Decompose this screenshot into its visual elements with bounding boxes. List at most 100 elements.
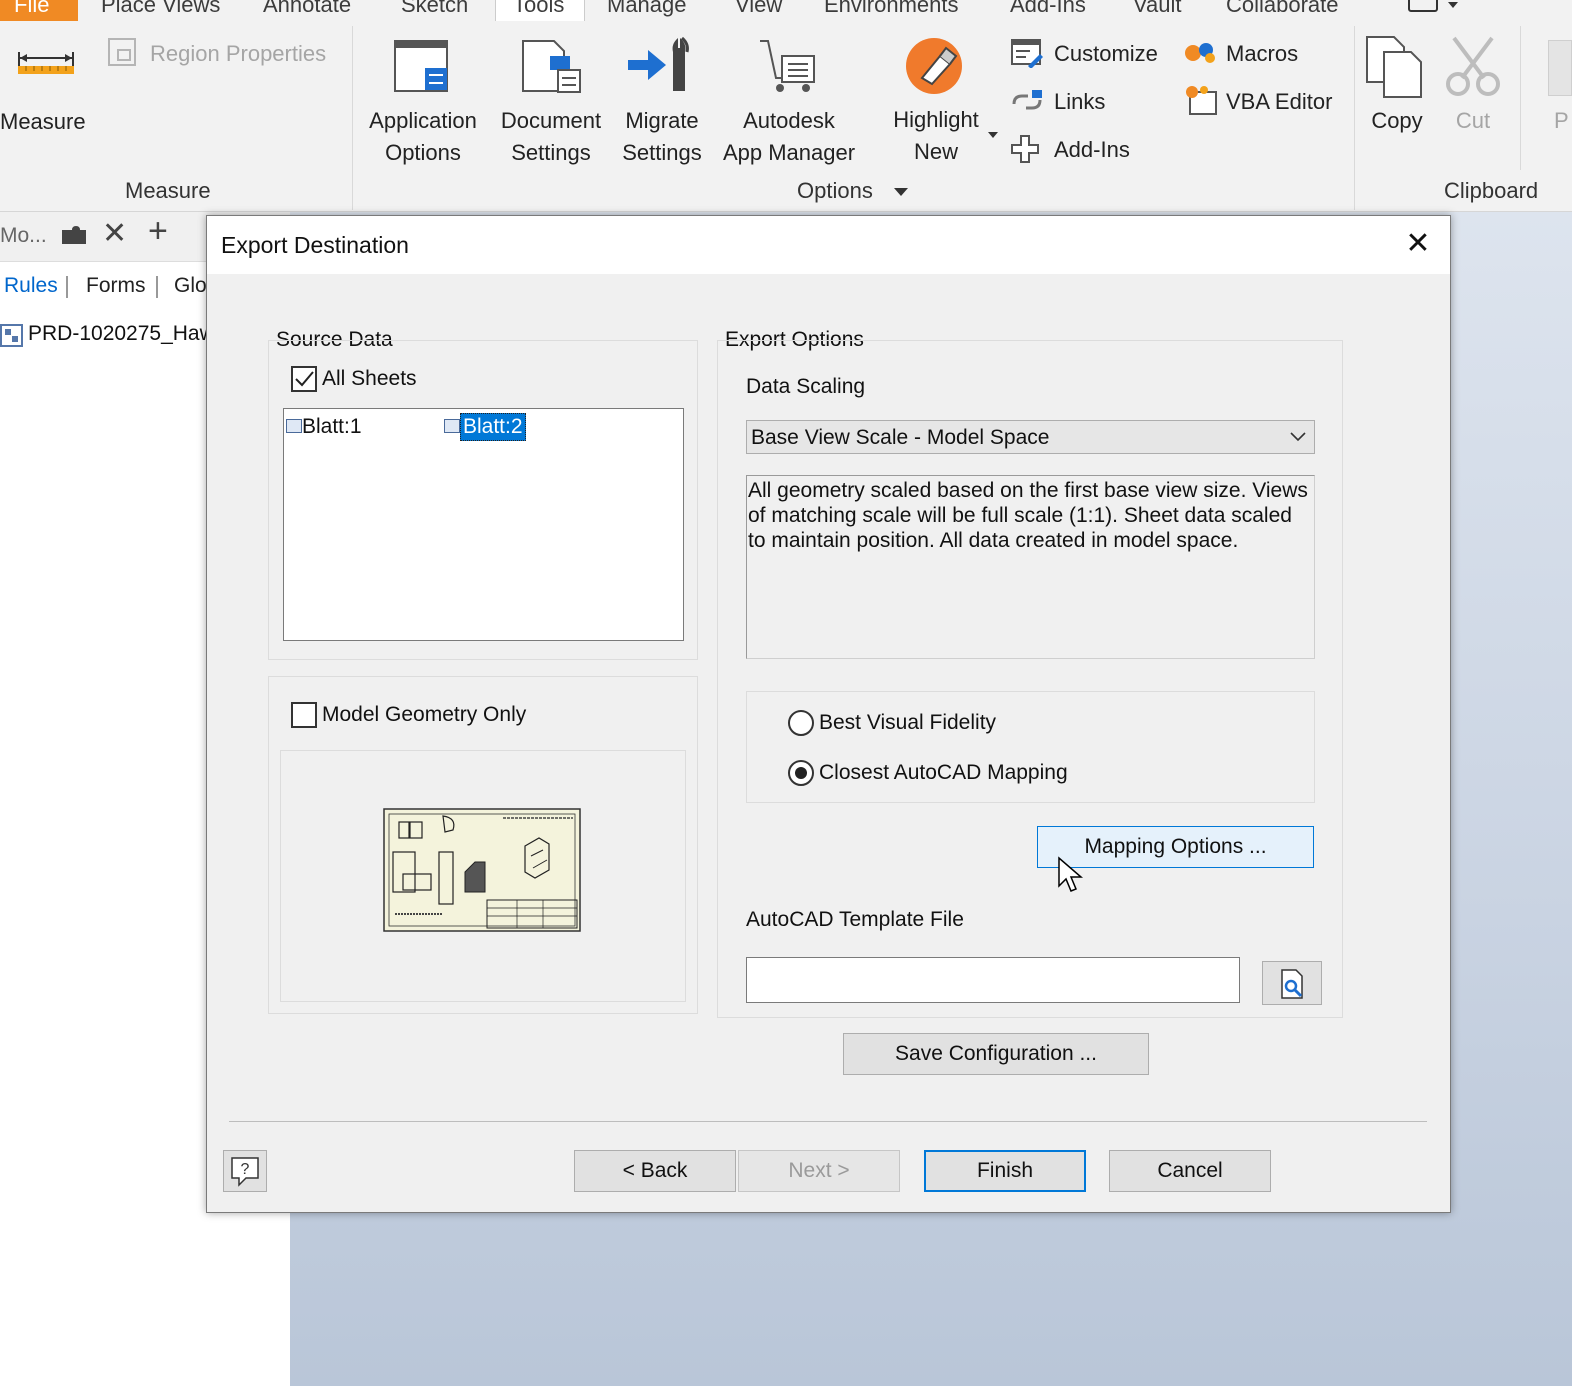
highlight-new-label-2: New: [913, 139, 958, 164]
migrate-settings-button[interactable]: Migrate Settings: [614, 32, 710, 172]
copy-icon: [1366, 36, 1422, 98]
app-manager-label-1: Autodesk: [743, 108, 835, 133]
link-separator: [156, 276, 158, 298]
save-configuration-button[interactable]: Save Configuration ...: [843, 1033, 1149, 1075]
cut-label: Cut: [1455, 108, 1491, 133]
options-expand-icon[interactable]: [894, 188, 908, 196]
all-sheets-checkbox[interactable]: [291, 366, 317, 392]
add-ins-label: Add-Ins: [1054, 137, 1130, 162]
scaling-description-text: All geometry scaled based on the first b…: [748, 479, 1308, 552]
browser-link-global[interactable]: Glo: [174, 274, 206, 298]
tab-environments[interactable]: Environments: [824, 0, 959, 18]
sheet-list[interactable]: Blatt:1 Blatt:2: [283, 408, 684, 641]
link-separator: [66, 276, 68, 298]
quick-access-icon[interactable]: [1408, 0, 1438, 12]
application-options-label-1: Application: [369, 108, 477, 133]
footer-divider: [229, 1121, 1427, 1122]
cancel-button[interactable]: Cancel: [1109, 1150, 1271, 1192]
export-destination-dialog: Export Destination ✕ Source Data All She…: [206, 215, 1451, 1213]
paste-label-partial[interactable]: P: [1554, 105, 1569, 137]
tab-vault[interactable]: Vault: [1133, 0, 1182, 18]
mouse-cursor-icon: [1058, 856, 1084, 892]
closest-autocad-mapping-label[interactable]: Closest AutoCAD Mapping: [819, 761, 1068, 785]
back-button[interactable]: < Back: [574, 1150, 736, 1192]
model-geometry-only-checkbox[interactable]: [291, 702, 317, 728]
panel-divider: [352, 26, 353, 210]
close-icon[interactable]: ✕: [102, 216, 127, 251]
migrate-settings-label-1: Migrate: [625, 108, 699, 133]
help-icon: ?: [231, 1157, 259, 1187]
browser-link-rules[interactable]: Rules: [4, 274, 58, 298]
panel-divider-3: [1520, 26, 1521, 170]
puzzle-icon[interactable]: [58, 224, 90, 250]
highlight-new-button[interactable]: Highlight New: [880, 32, 1000, 172]
tab-file[interactable]: File: [0, 0, 78, 21]
vba-editor-icon: [1186, 86, 1217, 115]
tab-manage[interactable]: Manage: [607, 0, 687, 18]
highlight-new-icon: [906, 38, 962, 94]
data-scaling-select[interactable]: Base View Scale - Model Space: [746, 420, 1315, 454]
links-button[interactable]: Links: [1008, 84, 1128, 120]
dialog-title: Export Destination: [221, 232, 409, 258]
application-options-label-2: Options: [385, 140, 461, 165]
mapping-mode-group: [746, 691, 1315, 803]
help-button[interactable]: ?: [223, 1150, 267, 1192]
paste-icon[interactable]: [1548, 40, 1572, 96]
tab-annotate[interactable]: Annotate: [263, 0, 351, 18]
migrate-settings-label-2: Settings: [622, 140, 702, 165]
scissors-icon: [1446, 36, 1500, 96]
document-settings-label-1: Document: [500, 108, 602, 133]
chevron-down-icon: [1290, 432, 1306, 442]
drawing-preview-thumbnail: [383, 808, 581, 932]
tab-sketch[interactable]: Sketch: [401, 0, 468, 18]
add-icon[interactable]: +: [148, 212, 168, 251]
tab-add-ins[interactable]: Add-Ins: [1010, 0, 1086, 18]
copy-label: Copy: [1371, 108, 1423, 133]
finish-button[interactable]: Finish: [924, 1150, 1086, 1192]
browse-template-button[interactable]: [1262, 961, 1322, 1005]
browse-file-icon: [1281, 969, 1303, 999]
sheet-item-blatt-1[interactable]: Blatt:1: [302, 415, 362, 439]
template-file-label: AutoCAD Template File: [746, 908, 964, 931]
customize-label: Customize: [1054, 41, 1158, 66]
chevron-down-icon[interactable]: [1448, 2, 1458, 8]
sheet-item-blatt-2[interactable]: Blatt:2: [460, 413, 526, 441]
browser-tab-label[interactable]: Mo...: [0, 224, 47, 248]
browser-link-forms[interactable]: Forms: [86, 274, 146, 298]
svg-text:?: ?: [241, 1161, 250, 1178]
vba-editor-label: VBA Editor: [1226, 89, 1333, 114]
application-options-button[interactable]: Application Options: [360, 32, 486, 172]
tab-tools[interactable]: Tools: [513, 0, 564, 18]
browser-tree-item[interactable]: PRD-1020275_Haw: [28, 322, 206, 346]
all-sheets-label[interactable]: All Sheets: [322, 367, 417, 391]
app-manager-label-2: App Manager: [722, 140, 856, 165]
macros-button[interactable]: Macros: [1182, 36, 1322, 72]
tab-view[interactable]: View: [735, 0, 782, 18]
measure-button[interactable]: Measure: [0, 36, 96, 140]
tab-place-views[interactable]: Place Views: [101, 0, 220, 18]
customize-button[interactable]: Customize: [1008, 36, 1168, 72]
next-button[interactable]: Next >: [738, 1150, 900, 1192]
app-manager-button[interactable]: Autodesk App Manager: [714, 32, 864, 172]
region-properties-button[interactable]: Region Properties: [106, 36, 342, 72]
closest-autocad-mapping-radio[interactable]: [788, 760, 814, 786]
add-ins-button[interactable]: Add-Ins: [1008, 132, 1148, 168]
options-panel-label[interactable]: Options: [797, 178, 873, 204]
dialog-close-icon[interactable]: ✕: [1403, 226, 1433, 260]
document-settings-button[interactable]: Document Settings: [492, 32, 610, 172]
data-scaling-label: Data Scaling: [746, 375, 866, 398]
region-properties-icon: [108, 38, 136, 66]
best-visual-fidelity-radio[interactable]: [788, 710, 814, 736]
vba-editor-button[interactable]: VBA Editor: [1182, 84, 1352, 120]
copy-button[interactable]: Copy: [1360, 32, 1434, 172]
sheet-icon: [444, 419, 460, 433]
cut-button[interactable]: Cut: [1438, 32, 1508, 172]
highlight-new-label-1: Highlight: [893, 107, 979, 132]
highlight-dropdown-icon[interactable]: [988, 132, 998, 138]
panel-divider-2: [1354, 26, 1355, 210]
model-geometry-only-label[interactable]: Model Geometry Only: [322, 703, 526, 727]
template-file-input[interactable]: [746, 957, 1240, 1003]
best-visual-fidelity-label[interactable]: Best Visual Fidelity: [819, 711, 996, 735]
add-ins-icon: [1011, 135, 1039, 163]
tab-collaborate[interactable]: Collaborate: [1226, 0, 1339, 18]
